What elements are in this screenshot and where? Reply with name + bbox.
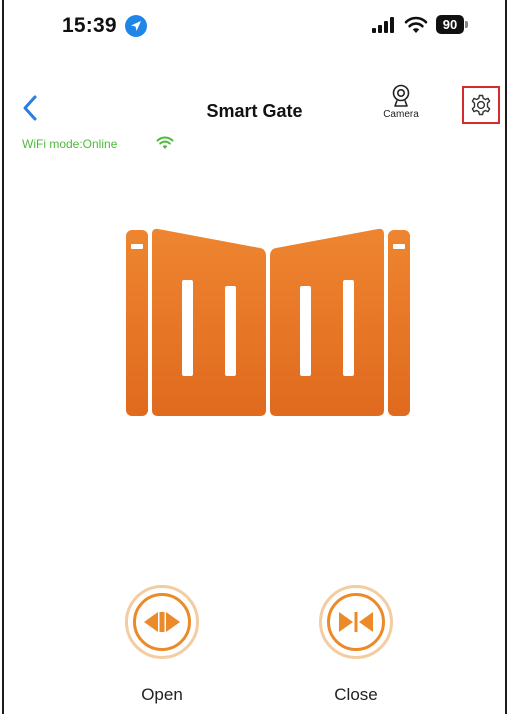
right-gate-post (388, 230, 410, 416)
right-gate-leaf (270, 228, 384, 416)
gate-illustration (126, 228, 410, 416)
open-button[interactable] (125, 585, 199, 659)
open-button-ring (133, 593, 191, 651)
location-arrow-icon (125, 15, 147, 37)
left-gate-leaf (152, 228, 266, 416)
wifi-icon (156, 136, 174, 149)
wifi-status-icon (404, 16, 428, 33)
camera-label: Camera (383, 109, 419, 120)
close-button-ring (327, 593, 385, 651)
close-arrows-icon (339, 612, 373, 632)
status-time: 15:39 (62, 14, 117, 37)
battery-level: 90 (436, 15, 464, 34)
wifi-mode-status: WiFi mode:Online (22, 137, 118, 151)
open-label: Open (141, 685, 183, 704)
left-gate-post (126, 230, 148, 416)
open-arrows-icon (144, 612, 180, 632)
close-button[interactable] (319, 585, 393, 659)
settings-button[interactable] (462, 86, 500, 124)
camera-button[interactable]: Camera (372, 84, 430, 128)
gear-icon (471, 94, 491, 116)
battery-tip (465, 21, 468, 28)
cellular-signal-icon (372, 17, 394, 33)
close-label: Close (334, 685, 378, 704)
page-title: Smart Gate (206, 101, 303, 121)
webcam-icon (392, 84, 410, 107)
